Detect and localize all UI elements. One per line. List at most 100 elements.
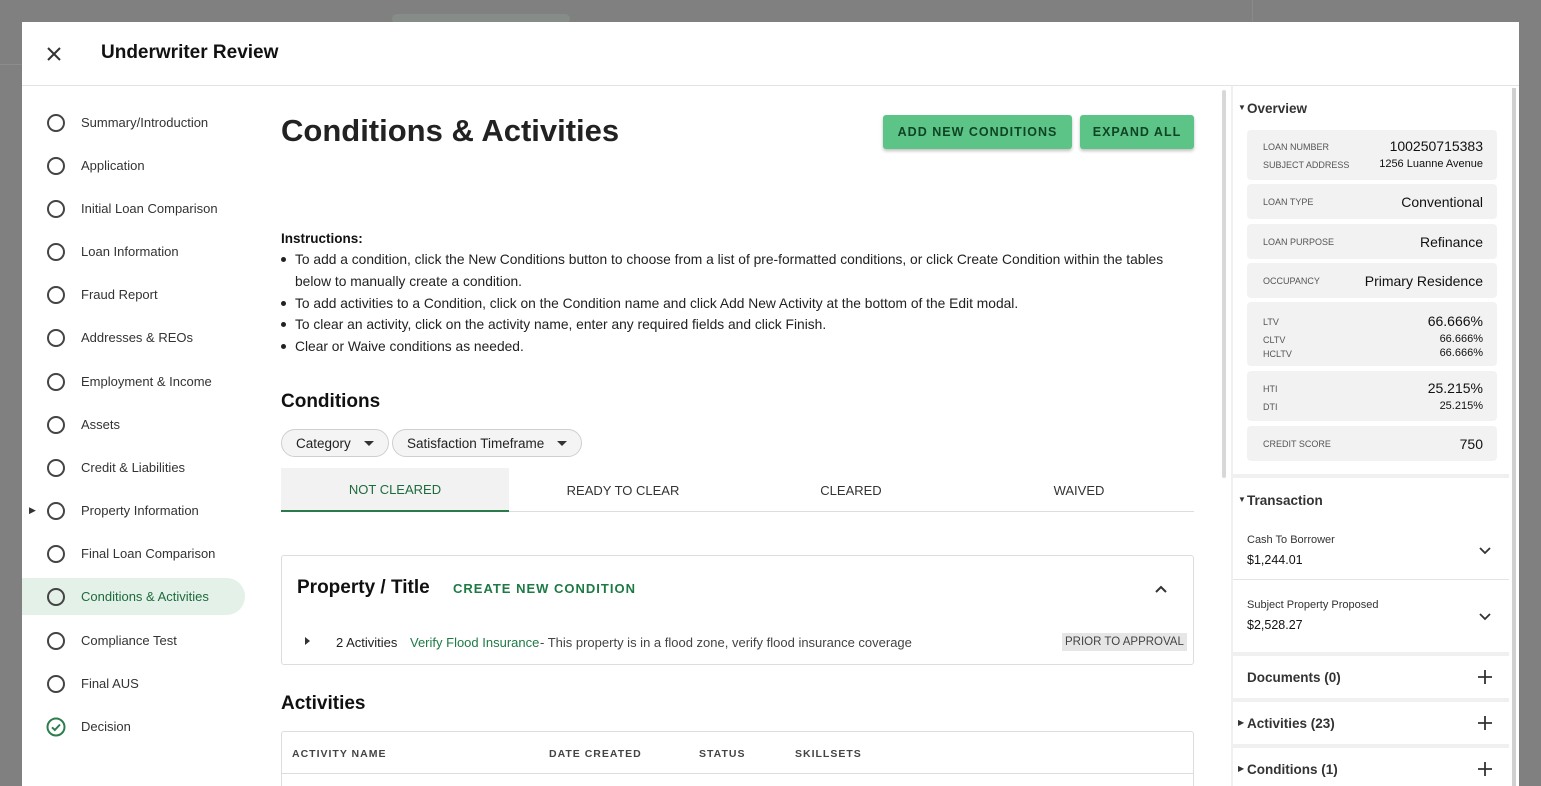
- loan-overview-panel: ▼ Overview LOAN NUMBER 100250715383 SUBJ…: [1231, 86, 1509, 786]
- page-title: Conditions & Activities: [281, 113, 620, 148]
- step-empty-icon: [47, 501, 65, 520]
- category-filter[interactable]: Category: [281, 429, 389, 457]
- condition-group-card: Property / Title CREATE NEW CONDITION 2 …: [281, 555, 1194, 665]
- chevron-down-icon[interactable]: [1477, 542, 1493, 558]
- panel-scrollbar[interactable]: [1512, 88, 1516, 786]
- nav-item-employment-income[interactable]: Employment & Income: [22, 363, 245, 400]
- nav-item-label: Summary/Introduction: [81, 115, 209, 130]
- main-scrollbar[interactable]: [1222, 90, 1226, 478]
- nav-item-label: Application: [81, 158, 145, 173]
- step-empty-icon: [47, 458, 65, 477]
- nav-item-final-loan-comparison[interactable]: Final Loan Comparison: [22, 535, 245, 572]
- hti-label: HTI: [1263, 384, 1278, 394]
- instruction-item: Clear or Waive conditions as needed.: [281, 336, 1181, 358]
- step-empty-icon: [47, 199, 65, 218]
- plus-icon[interactable]: [1477, 761, 1493, 777]
- hcltv-label: HCLTV: [1263, 349, 1292, 359]
- nav-item-decision[interactable]: Decision: [22, 708, 245, 745]
- overview-heading[interactable]: Overview: [1247, 101, 1307, 116]
- expand-row-caret-icon[interactable]: [305, 637, 310, 645]
- nav-item-conditions-activities[interactable]: Conditions & Activities: [22, 578, 245, 615]
- column-header-status[interactable]: STATUS: [699, 748, 745, 760]
- nav-item-label: Initial Loan Comparison: [81, 201, 218, 216]
- expand-caret-icon[interactable]: ▶: [1238, 718, 1244, 727]
- nav-item-credit-liabilities[interactable]: Credit & Liabilities: [22, 449, 245, 486]
- condition-row: 2 Activities Verify Flood Insurance - Th…: [282, 631, 1193, 655]
- plus-icon[interactable]: [1477, 669, 1493, 685]
- cltv-value: 66.666%: [1439, 333, 1483, 345]
- collapse-caret-icon[interactable]: ▼: [1238, 103, 1246, 112]
- conditions-section[interactable]: ▶ Conditions (1): [1233, 748, 1509, 786]
- loan-number-card: LOAN NUMBER 100250715383 SUBJECT ADDRESS…: [1247, 130, 1497, 180]
- transaction-heading[interactable]: Transaction: [1247, 493, 1323, 508]
- expand-caret-icon[interactable]: ▶: [1238, 764, 1244, 773]
- instruction-item: To add activities to a Condition, click …: [281, 293, 1181, 315]
- activities-table: ACTIVITY NAME DATE CREATED STATUS SKILLS…: [281, 731, 1194, 786]
- activities-section[interactable]: ▶ Activities (23): [1233, 702, 1509, 744]
- step-empty-icon: [47, 156, 65, 175]
- tab-ready-to-clear[interactable]: READY TO CLEAR: [509, 468, 737, 512]
- instruction-item: To add a condition, click the New Condit…: [281, 249, 1181, 293]
- step-empty-icon: [47, 328, 65, 347]
- nav-item-property-information[interactable]: ▶ Property Information: [22, 492, 245, 529]
- loan-purpose-value: Refinance: [1419, 234, 1483, 250]
- step-empty-icon: [47, 631, 65, 650]
- satisfaction-timeframe-filter[interactable]: Satisfaction Timeframe: [392, 429, 583, 457]
- close-icon: [47, 47, 61, 61]
- column-header-skillsets[interactable]: SKILLSETS: [795, 748, 862, 760]
- nav-item-label: Compliance Test: [81, 633, 177, 648]
- nav-item-compliance-test[interactable]: Compliance Test: [22, 622, 245, 659]
- expand-all-button[interactable]: EXPAND ALL: [1080, 115, 1194, 149]
- nav-item-summary[interactable]: Summary/Introduction: [22, 104, 245, 141]
- chevron-down-icon[interactable]: [1477, 608, 1493, 624]
- conditions-side-heading: Conditions (1): [1247, 762, 1338, 777]
- chevron-up-icon[interactable]: [1151, 579, 1171, 599]
- dropdown-arrow-icon: [363, 440, 374, 446]
- documents-section[interactable]: Documents (0): [1233, 656, 1509, 698]
- nav-item-final-aus[interactable]: Final AUS: [22, 665, 245, 702]
- transaction-section: ▼ Transaction Cash To Borrower $1,244.01…: [1233, 478, 1509, 652]
- tab-not-cleared[interactable]: NOT CLEARED: [281, 468, 509, 512]
- main-content: Conditions & Activities ADD NEW CONDITIO…: [281, 86, 1196, 786]
- add-new-conditions-button[interactable]: ADD NEW CONDITIONS: [883, 115, 1072, 149]
- nav-item-label: Fraud Report: [81, 287, 158, 302]
- cash-to-borrower-value: $1,244.01: [1247, 553, 1303, 567]
- expand-caret-icon[interactable]: ▶: [29, 505, 37, 516]
- activities-heading: Activities: [281, 693, 366, 714]
- condition-description: - This property is in a flood zone, veri…: [540, 635, 912, 650]
- nav-item-initial-loan-comparison[interactable]: Initial Loan Comparison: [22, 190, 245, 227]
- backdrop-divider: [1252, 0, 1253, 22]
- nav-item-label: Final AUS: [81, 676, 139, 691]
- ltv-card: LTV 66.666% CLTV 66.666% HCLTV 66.666%: [1247, 302, 1497, 366]
- step-empty-icon: [47, 113, 65, 132]
- ltv-label: LTV: [1263, 317, 1279, 327]
- scrollbar-thumb[interactable]: [1512, 88, 1516, 786]
- nav-item-label: Employment & Income: [81, 374, 212, 389]
- nav-item-assets[interactable]: Assets: [22, 406, 245, 443]
- nav-item-addresses-reos[interactable]: Addresses & REOs: [22, 319, 245, 356]
- nav-item-loan-information[interactable]: Loan Information: [22, 233, 245, 270]
- nav-item-application[interactable]: Application: [22, 147, 245, 184]
- credit-score-value: 750: [1459, 436, 1483, 452]
- close-button[interactable]: [42, 42, 66, 66]
- backdrop-rule: [0, 64, 22, 65]
- credit-score-label: CREDIT SCORE: [1263, 439, 1331, 449]
- nav-item-fraud-report[interactable]: Fraud Report: [22, 276, 245, 313]
- plus-icon[interactable]: [1477, 715, 1493, 731]
- occupancy-card: OCCUPANCY Primary Residence: [1247, 263, 1497, 298]
- tab-cleared[interactable]: CLEARED: [737, 468, 965, 512]
- column-header-date-created[interactable]: DATE CREATED: [549, 748, 642, 760]
- tab-waived[interactable]: WAIVED: [965, 468, 1193, 512]
- condition-name-link[interactable]: Verify Flood Insurance: [410, 635, 539, 650]
- instructions-list: To add a condition, click the New Condit…: [281, 249, 1181, 358]
- timeframe-badge: PRIOR TO APPROVAL: [1062, 633, 1187, 651]
- instructions-title: Instructions:: [281, 231, 363, 246]
- collapse-caret-icon[interactable]: ▼: [1238, 495, 1246, 504]
- activities-side-heading: Activities (23): [1247, 716, 1335, 731]
- cash-to-borrower-label: Cash To Borrower: [1247, 534, 1335, 546]
- column-header-activity-name[interactable]: ACTIVITY NAME: [292, 748, 386, 760]
- create-new-condition-link[interactable]: CREATE NEW CONDITION: [453, 581, 636, 596]
- loan-number-value: 100250715383: [1389, 138, 1483, 154]
- dti-label: DTI: [1263, 402, 1278, 412]
- step-empty-icon: [47, 285, 65, 304]
